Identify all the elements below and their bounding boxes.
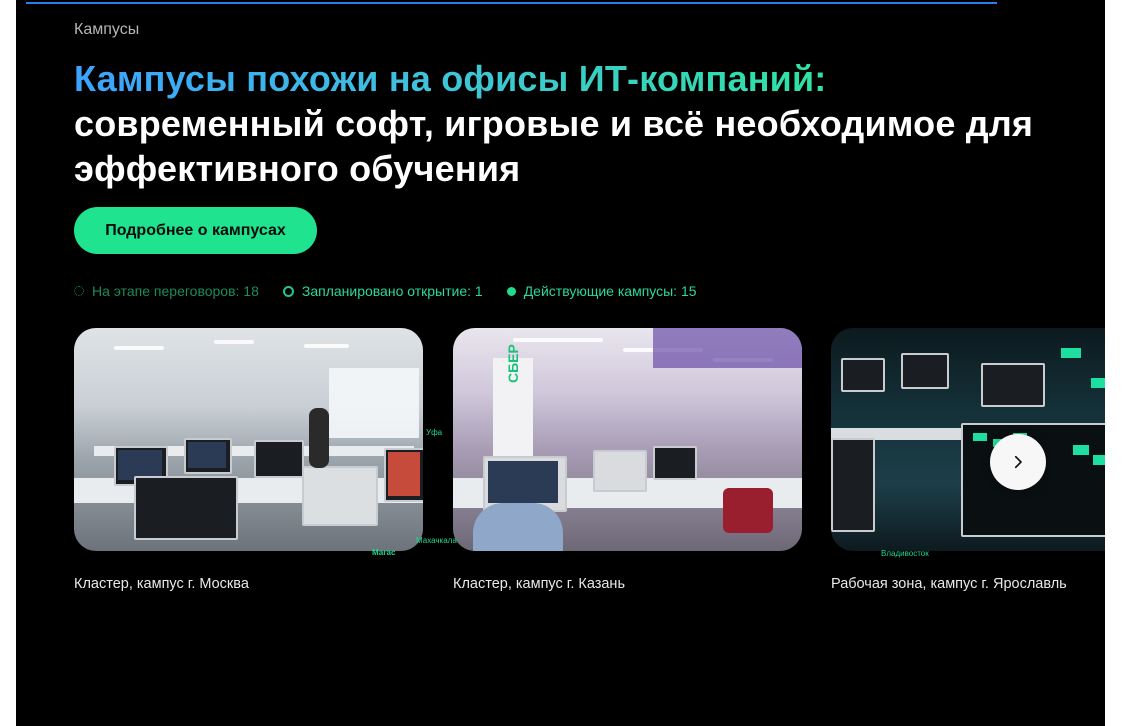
filled-dot-icon: [506, 286, 516, 296]
sber-logo: СБЕР: [505, 344, 521, 383]
campus-section: Кампусы Кампусы похожи на офисы ИТ-компа…: [16, 0, 1105, 726]
campus-caption: Кластер, кампус г. Казань: [453, 576, 625, 592]
map-label: Уфа: [426, 428, 443, 437]
legend-item-active: Действующие кампусы: 15: [506, 283, 697, 299]
campus-card-kazan[interactable]: СБЕР Кластер, кампус г. Казань: [453, 328, 802, 592]
dotted-circle-icon: [74, 286, 84, 296]
map-label: Владивосток: [881, 549, 929, 558]
campus-status-legend: На этапе переговоров: 18 Запланировано о…: [74, 283, 697, 299]
title-accent: Кампусы похожи на офисы ИТ-компаний:: [74, 58, 827, 99]
legend-label: На этапе переговоров: 18: [92, 283, 259, 299]
campus-photo: [74, 328, 423, 551]
campus-caption: Кластер, кампус г. Москва: [74, 576, 249, 592]
campus-caption: Рабочая зона, кампус г. Ярославль: [831, 576, 1067, 592]
map-label: Махачкала: [416, 536, 457, 545]
more-about-campuses-button[interactable]: Подробнее о кампусах: [74, 207, 317, 254]
ring-icon: [282, 285, 294, 297]
top-divider: [26, 2, 997, 4]
legend-label: Действующие кампусы: 15: [523, 283, 697, 299]
chevron-right-icon: [1014, 455, 1022, 469]
page-title: Кампусы похожи на офисы ИТ-компаний: сов…: [74, 56, 1034, 191]
campus-card-yaroslavl[interactable]: Рабочая зона, кампус г. Ярославль: [831, 328, 1105, 592]
legend-item-negotiations: На этапе переговоров: 18: [74, 283, 259, 299]
title-rest: современный софт, игровые и всё необходи…: [74, 103, 1034, 189]
campus-photo: [831, 328, 1105, 551]
carousel-next-button[interactable]: [990, 434, 1046, 490]
legend-label: Запланировано открытие: 1: [301, 283, 483, 299]
campus-photo: СБЕР: [453, 328, 802, 551]
campus-card-moscow[interactable]: Кластер, кампус г. Москва: [74, 328, 423, 592]
legend-item-planned: Запланировано открытие: 1: [282, 283, 483, 299]
breadcrumb: Кампусы: [74, 21, 140, 38]
map-label: Магас: [372, 548, 396, 557]
